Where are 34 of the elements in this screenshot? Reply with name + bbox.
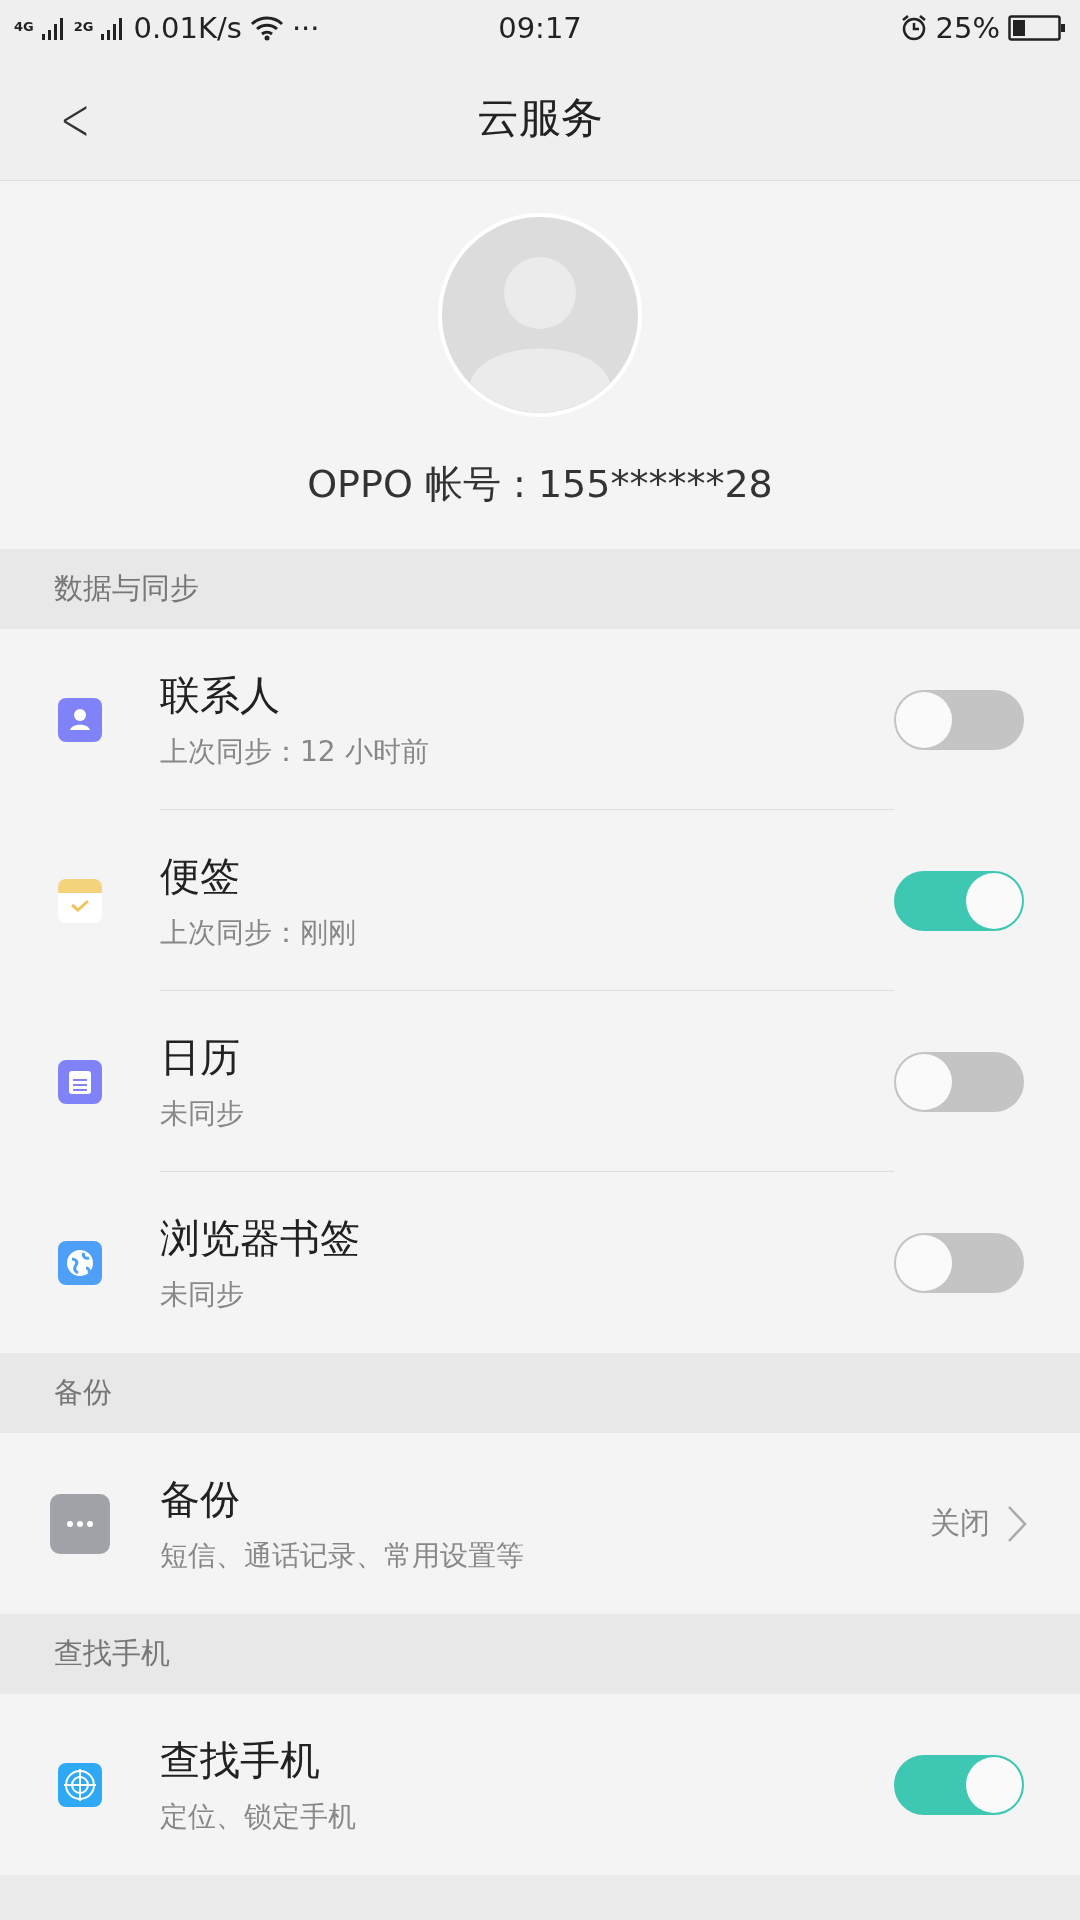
more-icon — [50, 1493, 110, 1554]
globe-icon — [58, 1240, 102, 1285]
network-speed: 0.01K/s — [133, 11, 242, 45]
section-header: 数据与同步 — [54, 570, 199, 607]
section-header: 查找手机 — [54, 1635, 170, 1672]
network-label: 4G — [14, 19, 34, 34]
item-title: 便签 — [160, 851, 241, 901]
account-label: OPPO 帐号 : 155******28 — [307, 461, 773, 508]
item-title: 联系人 — [160, 670, 281, 720]
network-label: 2G — [73, 19, 94, 34]
section-header: 备份 — [54, 1374, 112, 1411]
back-button[interactable]: < — [54, 84, 97, 154]
item-title: 日历 — [160, 1032, 241, 1082]
item-subtitle: 上次同步：刚刚 — [160, 914, 357, 951]
battery-icon — [1008, 15, 1066, 41]
note-icon — [58, 878, 102, 923]
person-icon — [58, 697, 102, 742]
clock-time: 09:17 — [498, 11, 582, 45]
item-title: 浏览器书签 — [160, 1214, 361, 1263]
item-subtitle: 定位、锁定手机 — [160, 1799, 357, 1835]
more-indicator: ··· — [291, 11, 320, 45]
battery-percent: 25% — [935, 11, 1000, 45]
item-subtitle: 短信、通话记录、常用设置等 — [160, 1538, 525, 1574]
wifi-icon — [249, 15, 284, 41]
avatar-icon[interactable] — [438, 213, 642, 417]
item-title: 备份 — [160, 1475, 241, 1524]
signal-icon — [41, 16, 66, 40]
radar-icon — [58, 1762, 102, 1807]
item-subtitle: 上次同步：12 小时前 — [160, 733, 430, 770]
item-subtitle: 未同步 — [160, 1277, 245, 1313]
item-subtitle: 未同步 — [160, 1095, 245, 1132]
calendar-icon — [58, 1059, 102, 1104]
page-title: 云服务 — [477, 92, 603, 144]
item-title: 查找手机 — [160, 1736, 321, 1785]
